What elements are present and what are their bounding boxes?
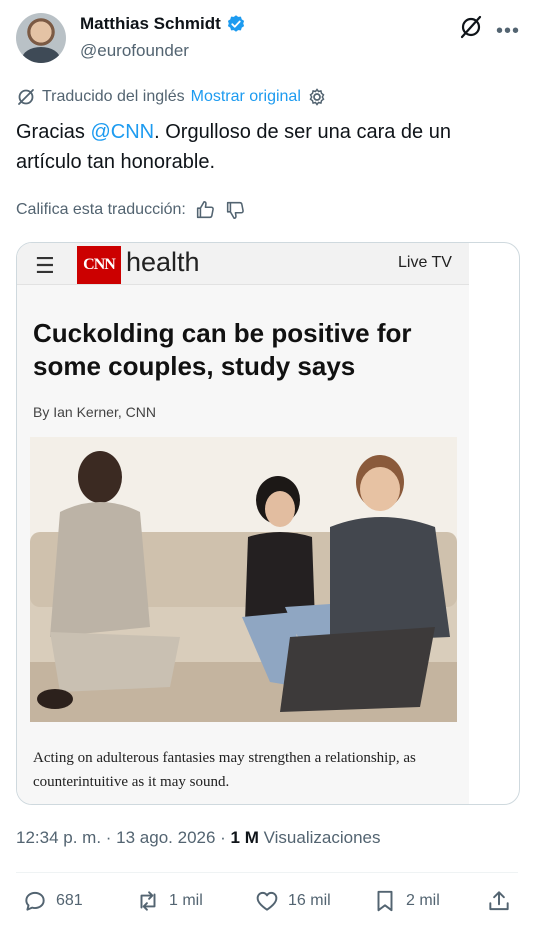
views-label: Visualizaciones — [263, 828, 381, 847]
tweet-text-before: Gracias — [16, 121, 91, 143]
translation-row: Traducido del inglés Mostrar original — [16, 87, 327, 107]
mention-link[interactable]: @CNN — [90, 121, 154, 143]
tweet-text: Gracias @CNN. Orgulloso de ser una cara … — [16, 117, 516, 177]
bookmark-count: 2 mil — [406, 892, 440, 909]
live-tv-label: Live TV — [398, 254, 452, 271]
share-button[interactable] — [486, 888, 512, 914]
reply-button[interactable]: 681 — [22, 888, 83, 914]
bookmark-button[interactable]: 2 mil — [372, 888, 440, 914]
thumbs-up-icon[interactable] — [194, 199, 216, 221]
share-icon — [489, 891, 509, 911]
article-caption: Acting on adulterous fantasies may stren… — [33, 750, 416, 790]
avatar[interactable] — [16, 13, 66, 63]
article-screenshot[interactable]: ☰ CNN health Live TV Cuckolding can be p… — [17, 243, 469, 804]
tweet-meta: 12:34 p. m. · 13 ago. 2026 · 1 M Visuali… — [16, 828, 381, 848]
meta-separator-2: · — [215, 828, 231, 847]
cnn-top-bar: ☰ CNN health Live TV — [17, 243, 469, 285]
views-count: 1 M — [230, 828, 259, 847]
article-byline: By Ian Kerner, CNN — [33, 404, 156, 420]
translation-label: Traducido del inglés — [42, 88, 185, 105]
media-card[interactable]: ☰ CNN health Live TV Cuckolding can be p… — [16, 242, 520, 805]
bookmark-icon — [377, 890, 393, 912]
like-count: 16 mil — [288, 892, 331, 909]
reply-count: 681 — [56, 892, 83, 909]
translate-icon — [18, 89, 34, 105]
article-headline: Cuckolding can be positive for some coup… — [33, 318, 412, 381]
reply-icon — [25, 891, 45, 911]
rate-translation-row: Califica esta traducción: — [16, 199, 246, 221]
meta-separator: · — [101, 828, 117, 847]
grok-icon[interactable] — [458, 14, 484, 40]
repost-button[interactable]: 1 mil — [135, 888, 203, 914]
article-photo — [30, 437, 457, 722]
thumbs-down-icon[interactable] — [224, 199, 246, 221]
menu-icon: ☰ — [35, 253, 55, 278]
more-icon[interactable]: ••• — [496, 20, 520, 43]
cnn-logo: CNN — [77, 246, 121, 284]
author-handle[interactable]: @eurofounder — [80, 41, 189, 61]
like-icon — [256, 891, 278, 911]
show-original-link[interactable]: Mostrar original — [191, 88, 301, 106]
settings-icon[interactable] — [307, 87, 327, 107]
author-name-row[interactable]: Matthias Schmidt — [80, 14, 246, 34]
rate-translation-label: Califica esta traducción: — [16, 201, 186, 218]
repost-count: 1 mil — [169, 892, 203, 909]
repost-icon — [140, 891, 156, 911]
tweet-date[interactable]: 13 ago. 2026 — [116, 828, 215, 847]
author-name[interactable]: Matthias Schmidt — [80, 14, 221, 34]
tweet-time[interactable]: 12:34 p. m. — [16, 828, 101, 847]
action-bar: 681 1 mil 16 mil 2 mil — [16, 888, 518, 924]
like-button[interactable]: 16 mil — [254, 888, 331, 914]
verified-icon — [227, 15, 244, 32]
cnn-section-title: health — [126, 247, 200, 277]
divider — [16, 872, 518, 873]
